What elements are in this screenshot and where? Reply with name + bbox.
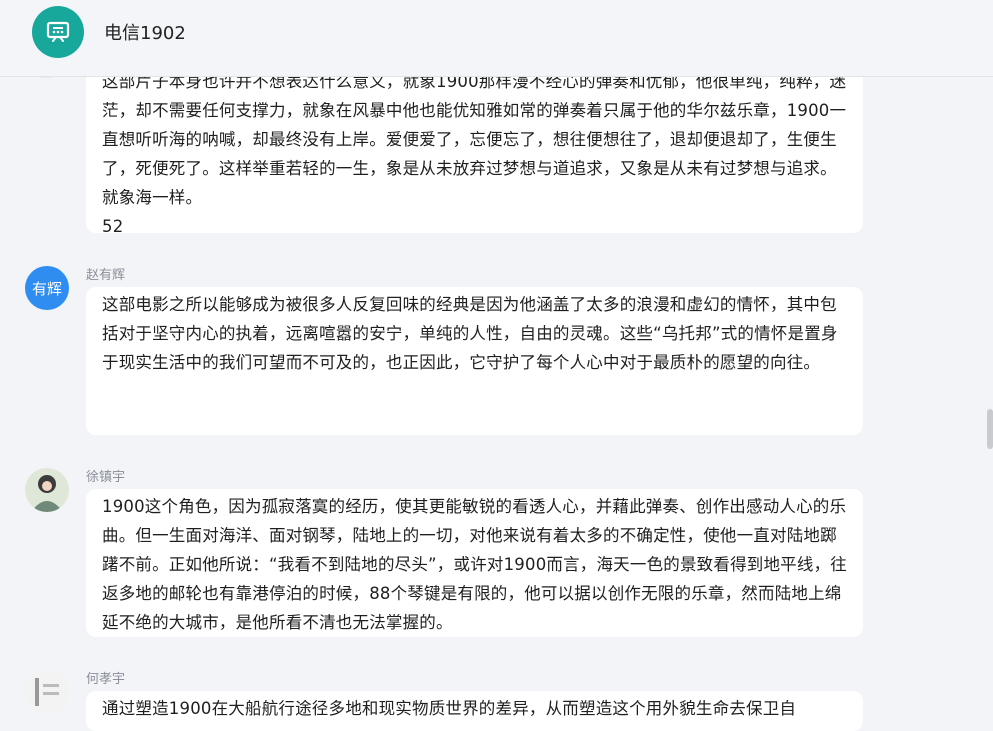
avatar-image-icon (25, 670, 69, 714)
comment-text: 通过塑造1900在大船航行途径多地和现实物质世界的差异，从而塑造这个用外貌生命去… (102, 699, 797, 718)
scrollbar-thumb[interactable] (987, 409, 993, 449)
comment-bubble: 这部片子本身也许并不想表达什么意义，就象1900那样漫不经心的弹奏和优郁，他很单… (86, 56, 863, 236)
comment-text: 这部片子本身也许并不想表达什么意义，就象1900那样漫不经心的弹奏和优郁，他很单… (102, 72, 847, 207)
avatar-image-icon (25, 468, 69, 512)
avatar-initials: 有辉 (31, 279, 62, 298)
comment-text: 这部电影之所以能够成为被很多人反复回味的经典是因为他涵盖了太多的浪漫和虚幻的情怀… (102, 295, 838, 372)
chat-title: 电信1902 (104, 23, 186, 44)
user-avatar[interactable]: 有辉 (25, 266, 69, 310)
comment-text: 1900这个角色，因为孤寂落寞的经历，使其更能敏锐的看透人心，并藉此弹奏、创作出… (102, 497, 847, 632)
comment-bubble: 通过塑造1900在大船航行途径多地和现实物质世界的差异，从而塑造这个用外貌生命去… (86, 691, 863, 731)
user-avatar[interactable] (25, 670, 69, 714)
like-count: 52 (102, 217, 124, 236)
presentation-board-icon (46, 21, 70, 42)
comment-username: 何孝宇 (86, 672, 126, 687)
comment-username: 徐镇宇 (86, 470, 126, 485)
chat-header: 电信1902 (0, 0, 993, 77)
comment-feed[interactable]: 这部片子本身也许并不想表达什么意义，就象1900那样漫不经心的弹奏和优郁，他很单… (0, 0, 993, 731)
comment-bubble: 这部电影之所以能够成为被很多人反复回味的经典是因为他涵盖了太多的浪漫和虚幻的情怀… (86, 287, 863, 435)
user-avatar[interactable] (25, 468, 69, 512)
comment-username: 赵有辉 (86, 268, 126, 283)
group-avatar[interactable] (32, 6, 84, 58)
comment-bubble: 1900这个角色，因为孤寂落寞的经历，使其更能敏锐的看透人心，并藉此弹奏、创作出… (86, 489, 863, 637)
